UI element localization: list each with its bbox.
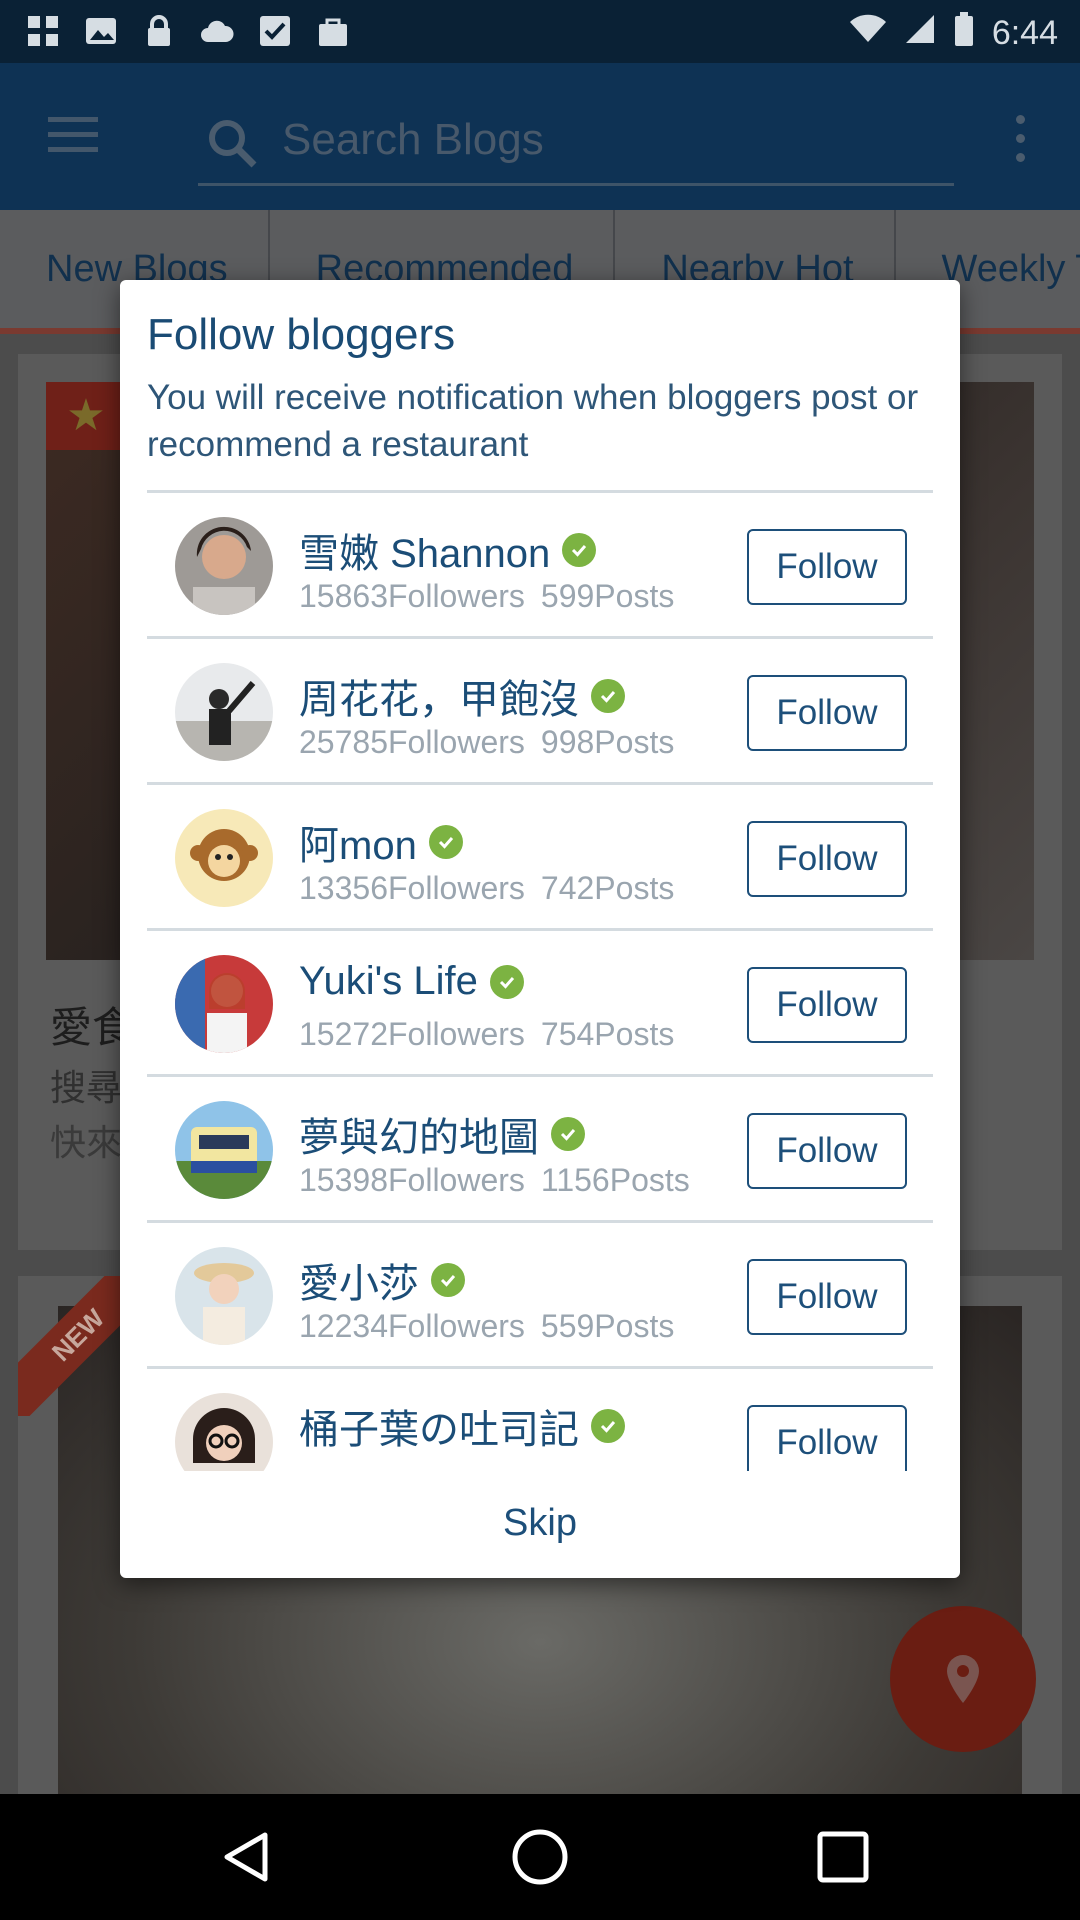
avatar	[175, 809, 273, 907]
follow-button[interactable]: Follow	[747, 1405, 907, 1471]
signal-icon	[904, 13, 936, 54]
battery-icon	[954, 12, 974, 55]
blogger-name: 周花花，甲飽沒	[299, 667, 625, 725]
blog-card-line: 快來	[50, 1122, 123, 1163]
location-fab[interactable]	[890, 1606, 1036, 1752]
blogger-name: 阿mon	[299, 813, 463, 871]
blogger-name: 夢與幻的地圖	[299, 1105, 585, 1163]
blogger-stats: 13356Followers 742Posts	[299, 870, 675, 906]
avatar	[175, 663, 273, 761]
hamburger-menu-icon[interactable]	[48, 117, 98, 162]
blogger-stats: 15272Followers 754Posts	[299, 1016, 675, 1052]
blogger-stats: 15398Followers 1156Posts	[299, 1162, 690, 1198]
blogger-stats: 25785Followers 998Posts	[299, 724, 675, 760]
dialog-title: Follow bloggers	[147, 310, 456, 359]
blogger-list[interactable]: 雪嫩 Shannon 15863Followers 599Posts Follow…	[147, 490, 933, 1471]
follow-button[interactable]: Follow	[747, 1259, 907, 1335]
verified-check-icon	[428, 825, 463, 859]
skip-button[interactable]: Skip	[120, 1468, 960, 1578]
clock-time: 6:44	[991, 14, 1058, 52]
star-icon: ★	[46, 382, 126, 450]
home-icon[interactable]	[507, 1824, 573, 1890]
image-icon	[84, 14, 118, 48]
avatar	[175, 1393, 273, 1471]
blogger-stats: 15863Followers 599Posts	[299, 578, 675, 614]
follow-bloggers-dialog: Follow bloggers You will receive notific…	[120, 280, 960, 1578]
avatar	[175, 1247, 273, 1345]
blogger-row: 周花花，甲飽沒 25785Followers 998Posts Follow	[147, 639, 933, 785]
navigation-bar	[0, 1794, 1080, 1920]
check-box-icon	[258, 14, 292, 48]
blogger-name: 雪嫩 Shannon	[299, 521, 597, 579]
search-bar[interactable]	[198, 103, 954, 186]
dialog-message: You will receive notification when blogg…	[147, 378, 919, 464]
wifi-icon	[849, 14, 886, 53]
follow-button[interactable]: Follow	[747, 821, 907, 897]
blogger-row: 阿mon 13356Followers 742Posts Follow	[147, 785, 933, 931]
follow-button[interactable]: Follow	[747, 675, 907, 751]
more-options-icon[interactable]	[1016, 115, 1026, 172]
search-input[interactable]	[280, 111, 924, 169]
blogger-stats: 12234Followers 559Posts	[299, 1308, 675, 1344]
blogger-row: 桶子葉の吐司記 Follow	[147, 1369, 933, 1471]
back-icon[interactable]	[214, 1824, 280, 1890]
avatar	[175, 517, 273, 615]
verified-check-icon	[431, 1263, 465, 1297]
bag-icon	[316, 14, 350, 48]
verified-check-icon	[551, 1117, 585, 1151]
blog-card-line: 搜尋	[50, 1067, 123, 1108]
search-icon	[209, 120, 257, 168]
avatar	[175, 955, 273, 1053]
blogger-name: 愛小莎	[299, 1251, 465, 1309]
blogger-row: 愛小莎 12234Followers 559Posts Follow	[147, 1223, 933, 1369]
verified-check-icon	[591, 1409, 625, 1443]
status-bar: 6:44	[0, 0, 1080, 63]
recents-icon[interactable]	[810, 1824, 876, 1890]
blogger-row: 夢與幻的地圖 15398Followers 1156Posts Follow	[147, 1077, 933, 1223]
follow-button[interactable]: Follow	[747, 1113, 907, 1189]
blogger-name: 桶子葉の吐司記	[299, 1397, 625, 1455]
grid-icon	[26, 14, 60, 48]
location-pin-icon	[947, 1655, 979, 1703]
verified-check-icon	[489, 964, 524, 999]
lock-icon	[142, 14, 176, 48]
blogger-name: Yuki's Life	[299, 959, 524, 1004]
avatar	[175, 1101, 273, 1199]
follow-button[interactable]: Follow	[747, 967, 907, 1043]
app-bar	[0, 63, 1080, 210]
cloud-icon	[200, 14, 234, 48]
verified-check-icon	[562, 533, 597, 567]
follow-button[interactable]: Follow	[747, 529, 907, 605]
verified-check-icon	[591, 679, 625, 713]
blogger-row: 雪嫩 Shannon 15863Followers 599Posts Follow	[147, 493, 933, 639]
blogger-row: Yuki's Life 15272Followers 754Posts Follo…	[147, 931, 933, 1077]
